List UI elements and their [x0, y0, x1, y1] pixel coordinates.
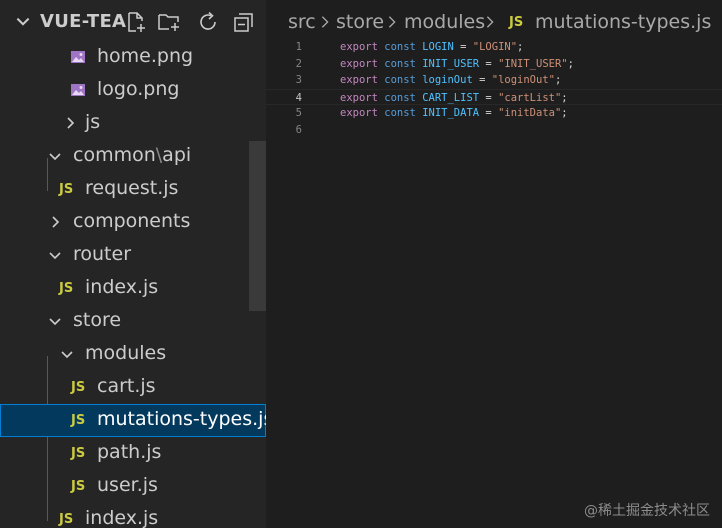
js-file-icon: JS [59, 512, 74, 527]
new-folder-icon[interactable] [157, 10, 181, 34]
code-line[interactable]: 3 export const loginOut = "loginOut"; [266, 72, 722, 89]
collapse-all-icon[interactable] [232, 10, 256, 34]
sidebar-scrollbar[interactable] [249, 141, 266, 311]
chevron-down-icon [61, 351, 73, 359]
code-line[interactable]: 5 export const INIT_DATA = "initData"; [266, 105, 722, 122]
code-line-current[interactable]: 4 export const CART_LIST = "cartList"; [266, 88, 722, 105]
tree-item-label: components [73, 210, 191, 232]
tree-item-label: js [85, 111, 101, 133]
line-number: 2 [295, 57, 302, 70]
tree-item-label: user.js [97, 474, 158, 496]
editor-pane: src store modules JS mutations-types.js … [266, 0, 722, 528]
tree-item-home-png[interactable]: home.png [0, 41, 266, 74]
line-text: export const INIT_DATA = "initData"; [340, 107, 568, 119]
js-file-icon: JS [71, 380, 86, 395]
tree-item-label: cart.js [97, 375, 156, 397]
tree-item-label: index.js [85, 276, 159, 298]
js-file-icon: JS [71, 413, 86, 428]
line-text: export const loginOut = "loginOut"; [340, 74, 562, 86]
tree-folder-modules[interactable]: modules [0, 338, 266, 371]
line-text: export const CART_LIST = "cartList"; [340, 91, 568, 104]
tree-item-logo-png[interactable]: logo.png [0, 74, 266, 107]
line-number: 3 [295, 74, 302, 86]
tree-item-mutations-types-js[interactable]: JS mutations-types.js [0, 404, 266, 437]
tree-item-label: mutations-types.js [97, 408, 266, 430]
js-file-icon: JS [509, 15, 524, 30]
js-file-icon: JS [59, 182, 74, 197]
code-line[interactable]: 1 export const LOGIN = "LOGIN"; [266, 39, 722, 56]
breadcrumb-file[interactable]: mutations-types.js [535, 11, 711, 33]
tree-item-label: path.js [97, 441, 162, 463]
line-number: 1 [295, 41, 302, 53]
breadcrumb-modules[interactable]: modules [404, 11, 485, 33]
line-text: export const LOGIN = "LOGIN"; [340, 41, 524, 53]
tree-item-request-js[interactable]: JS request.js [0, 173, 266, 206]
image-icon [71, 84, 85, 96]
tree-item-label: store [73, 309, 122, 331]
watermark: @稀土掘金技术社区 [584, 503, 710, 519]
code-line[interactable]: 6 [266, 122, 722, 139]
tree-folder-js[interactable]: js [0, 107, 266, 140]
tree-item-label: request.js [85, 177, 179, 199]
breadcrumb-src[interactable]: src [288, 11, 316, 33]
explorer-sidebar: VUE-TEA home.png logo.png js common\api … [0, 0, 266, 528]
code-line[interactable]: 2 export const INIT_USER = "INIT_USER"; [266, 56, 722, 73]
chevron-right-icon [67, 117, 75, 129]
breadcrumb-store[interactable]: store [336, 11, 384, 33]
tree-item-label: common\api [73, 144, 192, 166]
tree-item-router-index-js[interactable]: JS index.js [0, 272, 266, 305]
tree-item-store-index-js[interactable]: JS index.js [0, 503, 266, 528]
js-file-icon: JS [71, 479, 86, 494]
chevron-right-icon [321, 16, 329, 28]
refresh-icon[interactable] [196, 10, 220, 34]
line-text: export const INIT_USER = "INIT_USER"; [340, 57, 574, 70]
workspace-title: VUE-TEA [40, 11, 127, 32]
chevron-down-icon [49, 153, 61, 161]
new-file-icon[interactable] [124, 10, 148, 34]
tree-item-path-js[interactable]: JS path.js [0, 437, 266, 470]
line-number: 6 [295, 123, 302, 136]
line-number: 4 [295, 91, 302, 104]
chevron-down-icon[interactable] [14, 13, 32, 31]
chevron-right-icon [388, 16, 396, 28]
tree-item-label: logo.png [97, 78, 180, 100]
tree-item-label: home.png [97, 45, 194, 67]
line-number: 5 [295, 107, 302, 119]
tree-folder-common-api[interactable]: common\api [0, 140, 266, 173]
tree-item-label: index.js [85, 507, 159, 528]
tree-folder-components[interactable]: components [0, 206, 266, 239]
tree-item-label: modules [85, 342, 167, 364]
chevron-down-icon [49, 252, 61, 260]
tree-item-cart-js[interactable]: JS cart.js [0, 371, 266, 404]
explorer-header[interactable]: VUE-TEA [0, 0, 266, 44]
js-file-icon: JS [71, 446, 86, 461]
chevron-right-icon [52, 216, 60, 228]
tree-item-user-js[interactable]: JS user.js [0, 470, 266, 503]
image-icon [71, 51, 85, 63]
tree-folder-router[interactable]: router [0, 239, 266, 272]
tree-folder-store[interactable]: store [0, 305, 266, 338]
chevron-right-icon [486, 16, 494, 28]
js-file-icon: JS [59, 281, 74, 296]
breadcrumb: src store modules JS mutations-types.js [266, 0, 722, 44]
chevron-down-icon [49, 318, 61, 326]
tree-item-label: router [73, 243, 132, 265]
